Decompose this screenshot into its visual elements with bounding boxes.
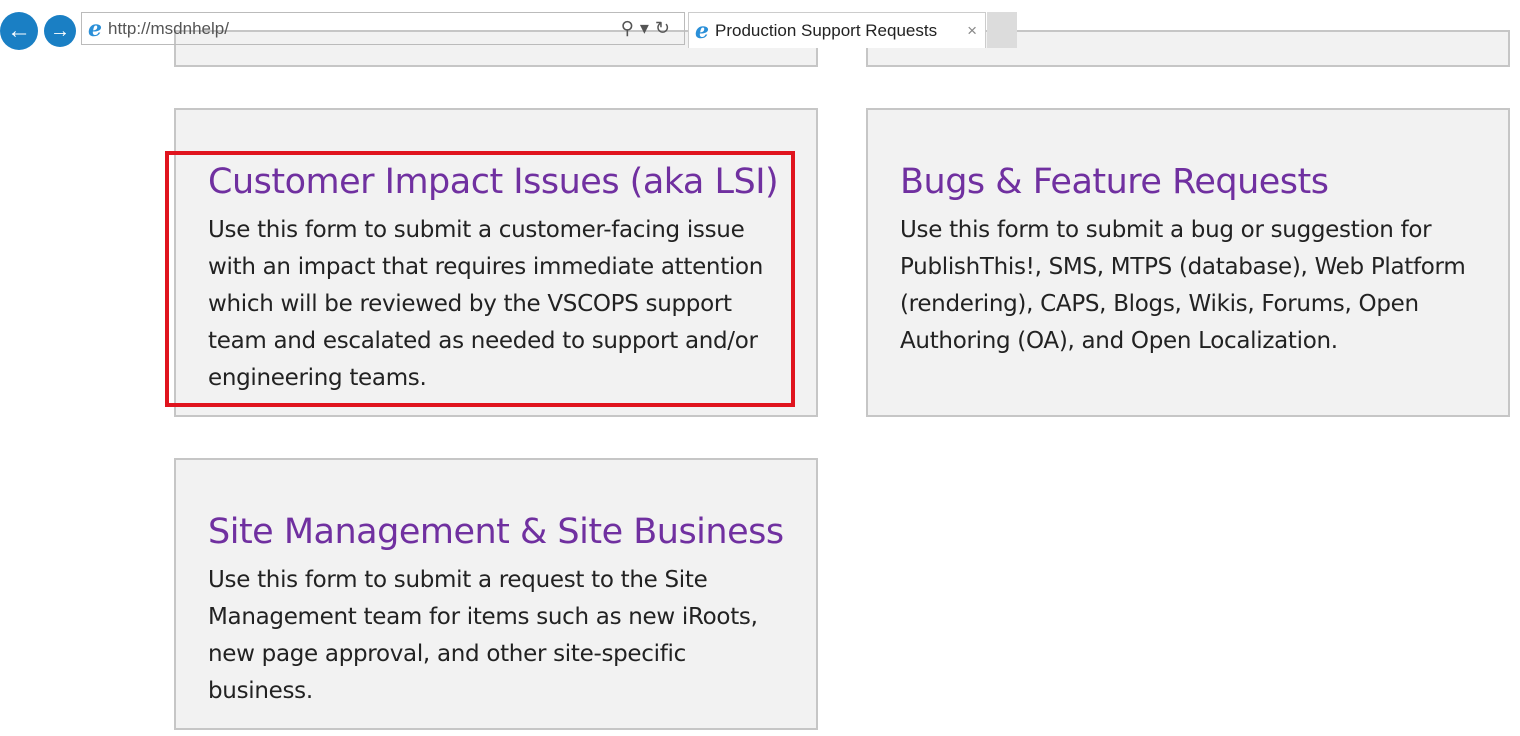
- close-tab-icon[interactable]: ×: [967, 21, 977, 41]
- arrow-left-icon: ←: [7, 17, 31, 44]
- search-refresh-icons[interactable]: ⚲▾↻: [621, 18, 676, 39]
- ie-logo-icon: e: [88, 15, 102, 42]
- arrow-right-icon: →: [50, 19, 70, 42]
- tab-title: Production Support Requests: [715, 20, 938, 40]
- url-text[interactable]: http://msdnhelp/: [108, 19, 229, 39]
- new-tab-button[interactable]: [987, 12, 1017, 48]
- back-button[interactable]: ←: [0, 12, 38, 50]
- card-bugs-features[interactable]: Bugs & Feature Requests Use this form to …: [866, 108, 1510, 417]
- card-title[interactable]: Bugs & Feature Requests: [900, 162, 1478, 202]
- highlight-box: [165, 151, 795, 407]
- ie-logo-icon: e: [695, 17, 709, 44]
- card-site-management[interactable]: Site Management & Site Business Use this …: [174, 458, 818, 730]
- card-description: Use this form to submit a bug or suggest…: [900, 217, 1466, 354]
- card-title[interactable]: Site Management & Site Business: [208, 512, 786, 552]
- address-bar[interactable]: e http://msdnhelp/ ⚲▾↻: [81, 12, 685, 45]
- card-description: Use this form to submit a request to the…: [208, 567, 758, 704]
- tab-production-support[interactable]: e Production Support Requests ×: [688, 12, 986, 48]
- forward-button[interactable]: →: [44, 15, 76, 47]
